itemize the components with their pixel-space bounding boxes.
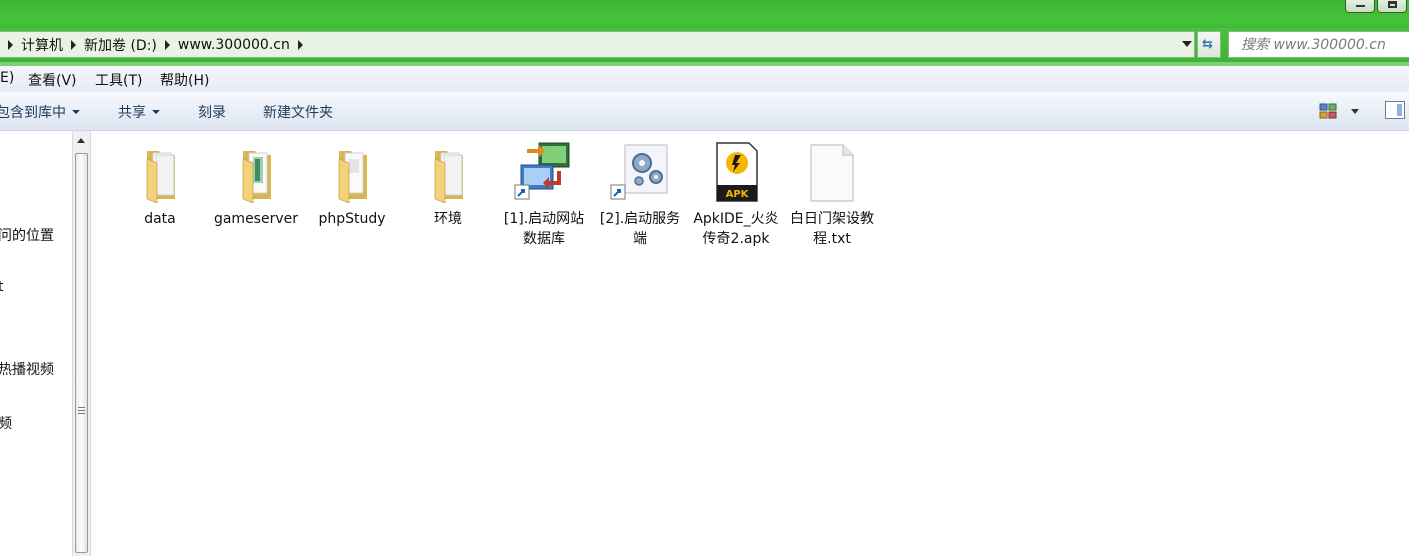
breadcrumb-drive[interactable]: 新加卷 (D:) (84, 35, 157, 55)
nav-item-videos[interactable]: 频 (0, 413, 12, 433)
file-item-start-server-shortcut[interactable]: [2].启动服务端 (595, 141, 685, 249)
search-input[interactable] (1239, 35, 1409, 54)
file-item-phpstudy[interactable]: phpStudy (307, 141, 397, 229)
address-dropdown-icon[interactable] (1182, 41, 1192, 47)
chevron-right-icon[interactable] (297, 39, 303, 50)
file-item-environment[interactable]: 环境 (403, 141, 493, 229)
chevron-right-icon[interactable] (71, 39, 76, 50)
folder-icon (434, 151, 463, 204)
view-options-icon[interactable] (1319, 103, 1337, 119)
breadcrumb-computer[interactable]: 计算机 (21, 35, 63, 55)
chevron-down-icon (72, 110, 80, 114)
file-name: phpStudy (318, 211, 386, 227)
file-item-txt[interactable]: 白日门架设教程.txt (787, 141, 877, 249)
file-item-data[interactable]: data (115, 141, 205, 229)
refresh-icon: ⇆ (1202, 37, 1213, 52)
chevron-down-icon (152, 110, 160, 114)
view-options-dropdown-icon[interactable] (1351, 109, 1359, 114)
file-name: 环境 (434, 211, 462, 227)
file-name: [2].启动服务端 (599, 211, 681, 247)
file-name: 白日门架设教程.txt (790, 211, 874, 247)
address-row: 计算机 新加卷 (D:) www.300000.cn ⇆ (0, 28, 1409, 62)
file-name: data (144, 211, 176, 227)
search-box[interactable] (1228, 31, 1409, 58)
shortcut-network-icon (514, 142, 570, 200)
minimize-button[interactable] (1345, 0, 1375, 13)
command-bar: 包含到库中 共享 刻录 新建文件夹 (0, 92, 1409, 131)
share-button[interactable]: 共享 (118, 102, 160, 122)
nav-item-partial[interactable]: t (0, 279, 4, 295)
file-item-gameserver[interactable]: gameserver (211, 141, 301, 229)
menu-help[interactable]: 帮助(H) (160, 70, 209, 90)
menu-bar: E) 查看(V) 工具(T) 帮助(H) (0, 66, 1409, 93)
file-item-apk[interactable]: APK ApkIDE_火炎传奇2.apk (691, 141, 781, 249)
chevron-right-icon[interactable] (164, 39, 170, 50)
breadcrumb-folder[interactable]: www.300000.cn (178, 37, 290, 53)
scroll-thumb[interactable] (75, 153, 88, 553)
file-item-start-db-shortcut[interactable]: [1].启动网站数据库 (499, 141, 589, 249)
grip-line (78, 410, 85, 411)
refresh-button[interactable]: ⇆ (1197, 31, 1221, 58)
folder-icon (242, 151, 271, 204)
maximize-button[interactable] (1377, 0, 1407, 13)
window-controls (1343, 0, 1409, 14)
include-in-library-label: 包含到库中 (0, 105, 66, 121)
file-name: gameserver (213, 211, 299, 227)
svg-text:APK: APK (726, 189, 750, 200)
menu-tools[interactable]: 工具(T) (95, 70, 142, 90)
include-in-library-button[interactable]: 包含到库中 (0, 102, 80, 122)
file-list: data gameserver phpStudy 环境 [1].启动网站数据库 … (91, 131, 1409, 556)
minimize-icon (1356, 1, 1365, 7)
shortcut-gears-icon (610, 144, 668, 200)
nav-scrollbar[interactable] (72, 131, 91, 556)
new-folder-button[interactable]: 新建文件夹 (263, 102, 333, 122)
preview-pane-icon[interactable] (1385, 101, 1405, 119)
nav-item-hot-videos[interactable]: 热播视频 (0, 359, 54, 379)
scroll-up-icon[interactable] (77, 138, 85, 143)
share-label: 共享 (118, 105, 146, 121)
folder-icon (146, 151, 175, 204)
maximize-icon (1388, 1, 1397, 8)
chevron-right-icon[interactable] (8, 39, 13, 50)
breadcrumb: 计算机 新加卷 (D:) www.300000.cn (0, 32, 311, 57)
nav-item-recent-places[interactable]: 问的位置 (0, 225, 54, 245)
menu-view[interactable]: 查看(V) (28, 70, 77, 90)
file-name: ApkIDE_火炎传奇2.apk (693, 211, 779, 247)
apk-file-icon: APK (716, 142, 758, 202)
text-file-icon (810, 144, 854, 202)
grip-line (78, 407, 85, 408)
menu-edit[interactable]: E) (0, 70, 14, 86)
folder-icon (338, 151, 367, 204)
burn-button[interactable]: 刻录 (198, 102, 226, 122)
grip-line (78, 413, 85, 414)
address-bar[interactable]: 计算机 新加卷 (D:) www.300000.cn (0, 31, 1195, 58)
navigation-pane: 问的位置 t 热播视频 频 (0, 131, 72, 556)
file-name: [1].启动网站数据库 (503, 211, 585, 247)
